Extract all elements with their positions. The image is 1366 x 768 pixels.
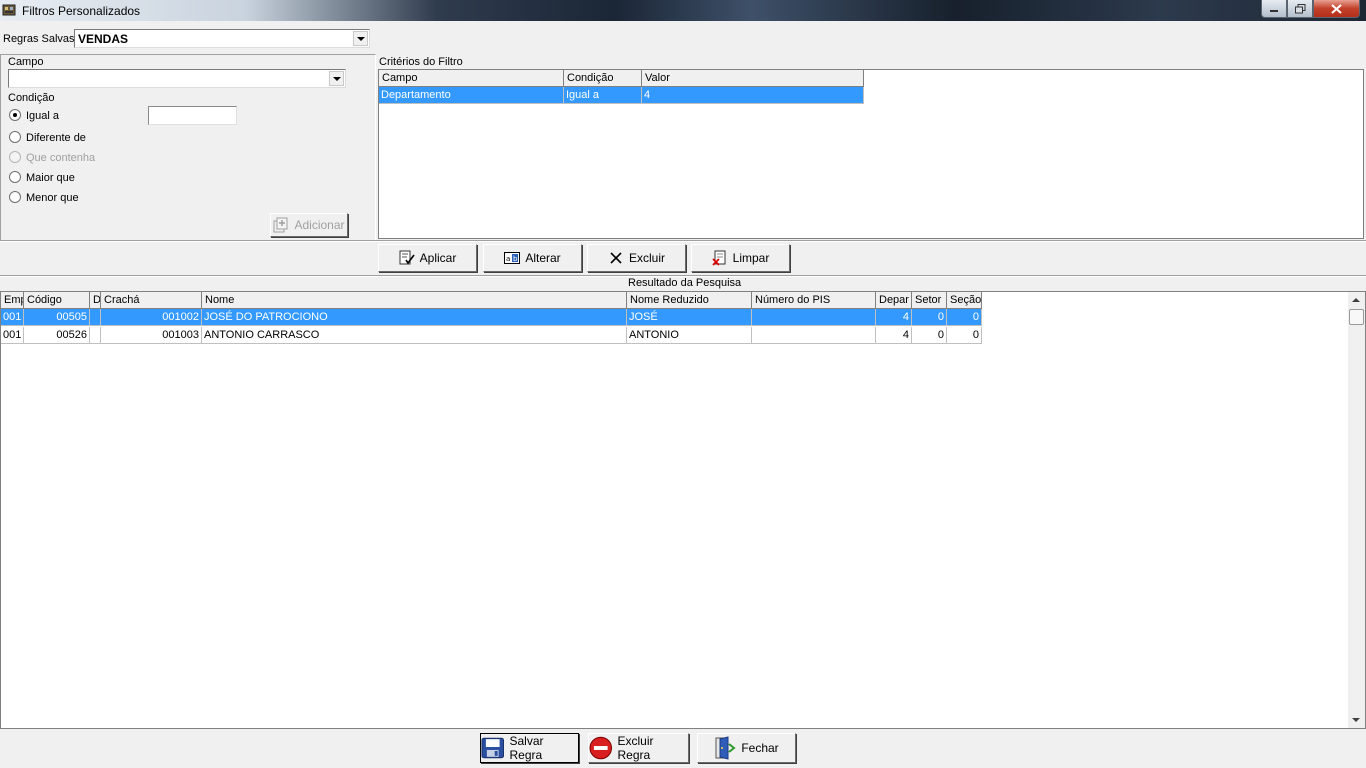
results-col-pis[interactable]: Número do PIS — [752, 292, 876, 309]
criteria-cell-campo[interactable]: Departamento — [379, 87, 564, 104]
results-col-setor[interactable]: Setor — [912, 292, 947, 309]
cell-secao[interactable]: 0 — [947, 327, 982, 344]
results-col-nome[interactable]: Nome — [202, 292, 627, 309]
save-rule-label: Salvar Regra — [509, 734, 544, 762]
apply-icon — [399, 250, 415, 265]
value-input[interactable] — [148, 106, 237, 125]
cell-pis[interactable] — [752, 327, 876, 344]
cell-setor[interactable]: 0 — [912, 309, 947, 326]
criteria-title: Critérios do Filtro — [379, 56, 463, 68]
results-col-codigo[interactable]: Código — [24, 292, 90, 309]
add-icon — [273, 217, 288, 233]
close-label: Fechar — [741, 741, 779, 755]
scroll-down-icon[interactable] — [1352, 718, 1360, 722]
radio-menor-que-label[interactable]: Menor que — [26, 192, 79, 204]
delete-rule-button[interactable]: Excluir Regra — [588, 733, 689, 763]
no-entry-icon — [589, 736, 613, 760]
results-col-secao[interactable]: Seção — [947, 292, 982, 309]
saved-rules-label: Regras Salvas — [3, 33, 75, 45]
cell-nome-reduzido[interactable]: JOSÉ — [627, 309, 752, 326]
change-label: Alterar — [525, 251, 561, 265]
scroll-up-icon[interactable] — [1352, 298, 1360, 302]
results-grid[interactable]: Emp Código D Crachá Nome Nome Reduzido N… — [0, 291, 1366, 729]
app-icon — [2, 4, 16, 16]
close-button[interactable]: Fechar — [697, 733, 796, 763]
clear-label: Limpar — [732, 251, 770, 265]
criteria-grid[interactable]: Campo Condição Valor Departamento Igual … — [378, 69, 1364, 239]
clear-icon — [712, 250, 726, 266]
field-label: Campo — [8, 56, 44, 68]
criteria-col-campo[interactable]: Campo — [379, 70, 564, 87]
restore-button[interactable] — [1287, 0, 1313, 18]
cell-nome[interactable]: JOSÉ DO PATROCIONO — [202, 309, 627, 326]
cell-pis[interactable] — [752, 309, 876, 326]
cell-codigo[interactable]: 00505 — [24, 309, 90, 326]
results-col-emp[interactable]: Emp — [1, 292, 24, 309]
saved-rules-select[interactable]: VENDAS — [74, 29, 370, 48]
cell-setor[interactable]: 0 — [912, 327, 947, 344]
vertical-scrollbar[interactable] — [1348, 292, 1365, 728]
minimize-icon — [1270, 9, 1278, 12]
cell-depto[interactable]: 4 — [876, 309, 912, 326]
cell-secao[interactable]: 0 — [947, 309, 982, 326]
chevron-down-icon[interactable] — [353, 31, 368, 46]
field-select[interactable] — [8, 69, 346, 88]
close-icon — [1331, 3, 1342, 14]
radio-diferente-de-label[interactable]: Diferente de — [26, 132, 86, 144]
close-window-button[interactable] — [1313, 0, 1360, 18]
apply-label: Aplicar — [419, 251, 457, 265]
apply-button[interactable]: Aplicar — [378, 244, 477, 272]
cell-cracha[interactable]: 001003 — [101, 327, 202, 344]
change-button[interactable]: a b Alterar — [483, 244, 582, 272]
radio-maior-que-label[interactable]: Maior que — [26, 172, 75, 184]
x-icon — [610, 252, 622, 264]
results-col-d[interactable]: D — [90, 292, 101, 309]
divider — [0, 240, 1366, 242]
condition-label: Condição — [8, 92, 55, 104]
clear-button[interactable]: Limpar — [691, 244, 790, 272]
cell-depto[interactable]: 4 — [876, 327, 912, 344]
svg-text:b: b — [513, 255, 518, 263]
add-criteria-label: Adicionar — [294, 218, 345, 232]
radio-diferente-de[interactable] — [9, 131, 21, 143]
criteria-col-valor[interactable]: Valor — [642, 70, 864, 87]
add-criteria-button[interactable]: Adicionar — [270, 213, 348, 237]
cell-emp[interactable]: 001 — [1, 327, 24, 344]
delete-button[interactable]: Excluir — [587, 244, 686, 272]
cell-d[interactable] — [90, 309, 101, 326]
radio-igual-a[interactable] — [9, 109, 21, 121]
cell-nome-reduzido[interactable]: ANTONIO — [627, 327, 752, 344]
radio-que-contenha-label[interactable]: Que contenha — [26, 152, 95, 164]
radio-menor-que[interactable] — [9, 191, 21, 203]
cell-nome[interactable]: ANTONIO CARRASCO — [202, 327, 627, 344]
chevron-down-icon[interactable] — [329, 71, 344, 86]
minimize-button[interactable] — [1261, 0, 1287, 18]
radio-maior-que[interactable] — [9, 171, 21, 183]
svg-text:a: a — [506, 255, 510, 263]
criteria-col-condicao[interactable]: Condição — [564, 70, 642, 87]
criteria-cell-valor[interactable]: 4 — [642, 87, 864, 104]
delete-label: Excluir — [628, 251, 665, 265]
criteria-cell-condicao[interactable]: Igual a — [564, 87, 642, 104]
results-col-depto[interactable]: Depar — [876, 292, 912, 309]
cell-cracha[interactable]: 001002 — [101, 309, 202, 326]
title-bar: Filtros Personalizados — [0, 0, 1366, 21]
save-disk-icon — [481, 737, 504, 759]
results-col-nome-reduzido[interactable]: Nome Reduzido — [627, 292, 752, 309]
cell-codigo[interactable]: 00526 — [24, 327, 90, 344]
results-col-cracha[interactable]: Crachá — [101, 292, 202, 309]
save-rule-button[interactable]: Salvar Regra — [480, 733, 579, 763]
radio-que-contenha[interactable] — [9, 151, 21, 163]
edit-text-icon: a b — [504, 252, 521, 264]
scroll-thumb[interactable] — [1349, 309, 1364, 325]
radio-igual-a-label[interactable]: Igual a — [26, 110, 59, 122]
cell-d[interactable] — [90, 327, 101, 344]
cell-emp[interactable]: 001 — [1, 309, 24, 326]
saved-rules-value: VENDAS — [78, 32, 129, 46]
window-title: Filtros Personalizados — [22, 4, 141, 18]
exit-door-icon — [715, 736, 736, 760]
delete-rule-label: Excluir Regra — [617, 734, 654, 762]
results-title: Resultado da Pesquisa — [628, 277, 742, 289]
restore-icon — [1294, 3, 1305, 13]
